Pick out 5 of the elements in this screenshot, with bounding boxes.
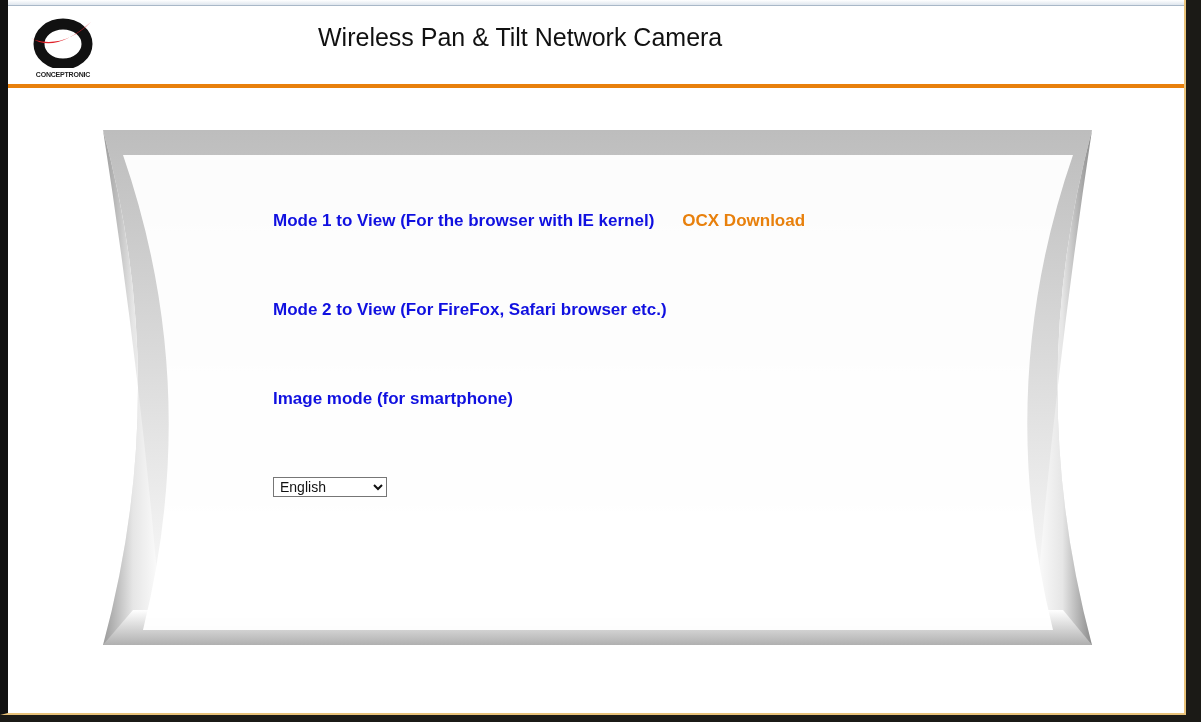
view-mode-link[interactable]: Image mode (for smartphone) — [273, 386, 513, 410]
language-select[interactable]: English — [273, 477, 387, 497]
page-title: Wireless Pan & Tilt Network Camera — [318, 22, 723, 54]
view-mode-link[interactable]: Mode 1 to View (For the browser with IE kernel) — [273, 208, 655, 232]
view-mode-link[interactable]: Mode 2 to View (For FireFox, Safari browser etc.) — [273, 297, 667, 321]
